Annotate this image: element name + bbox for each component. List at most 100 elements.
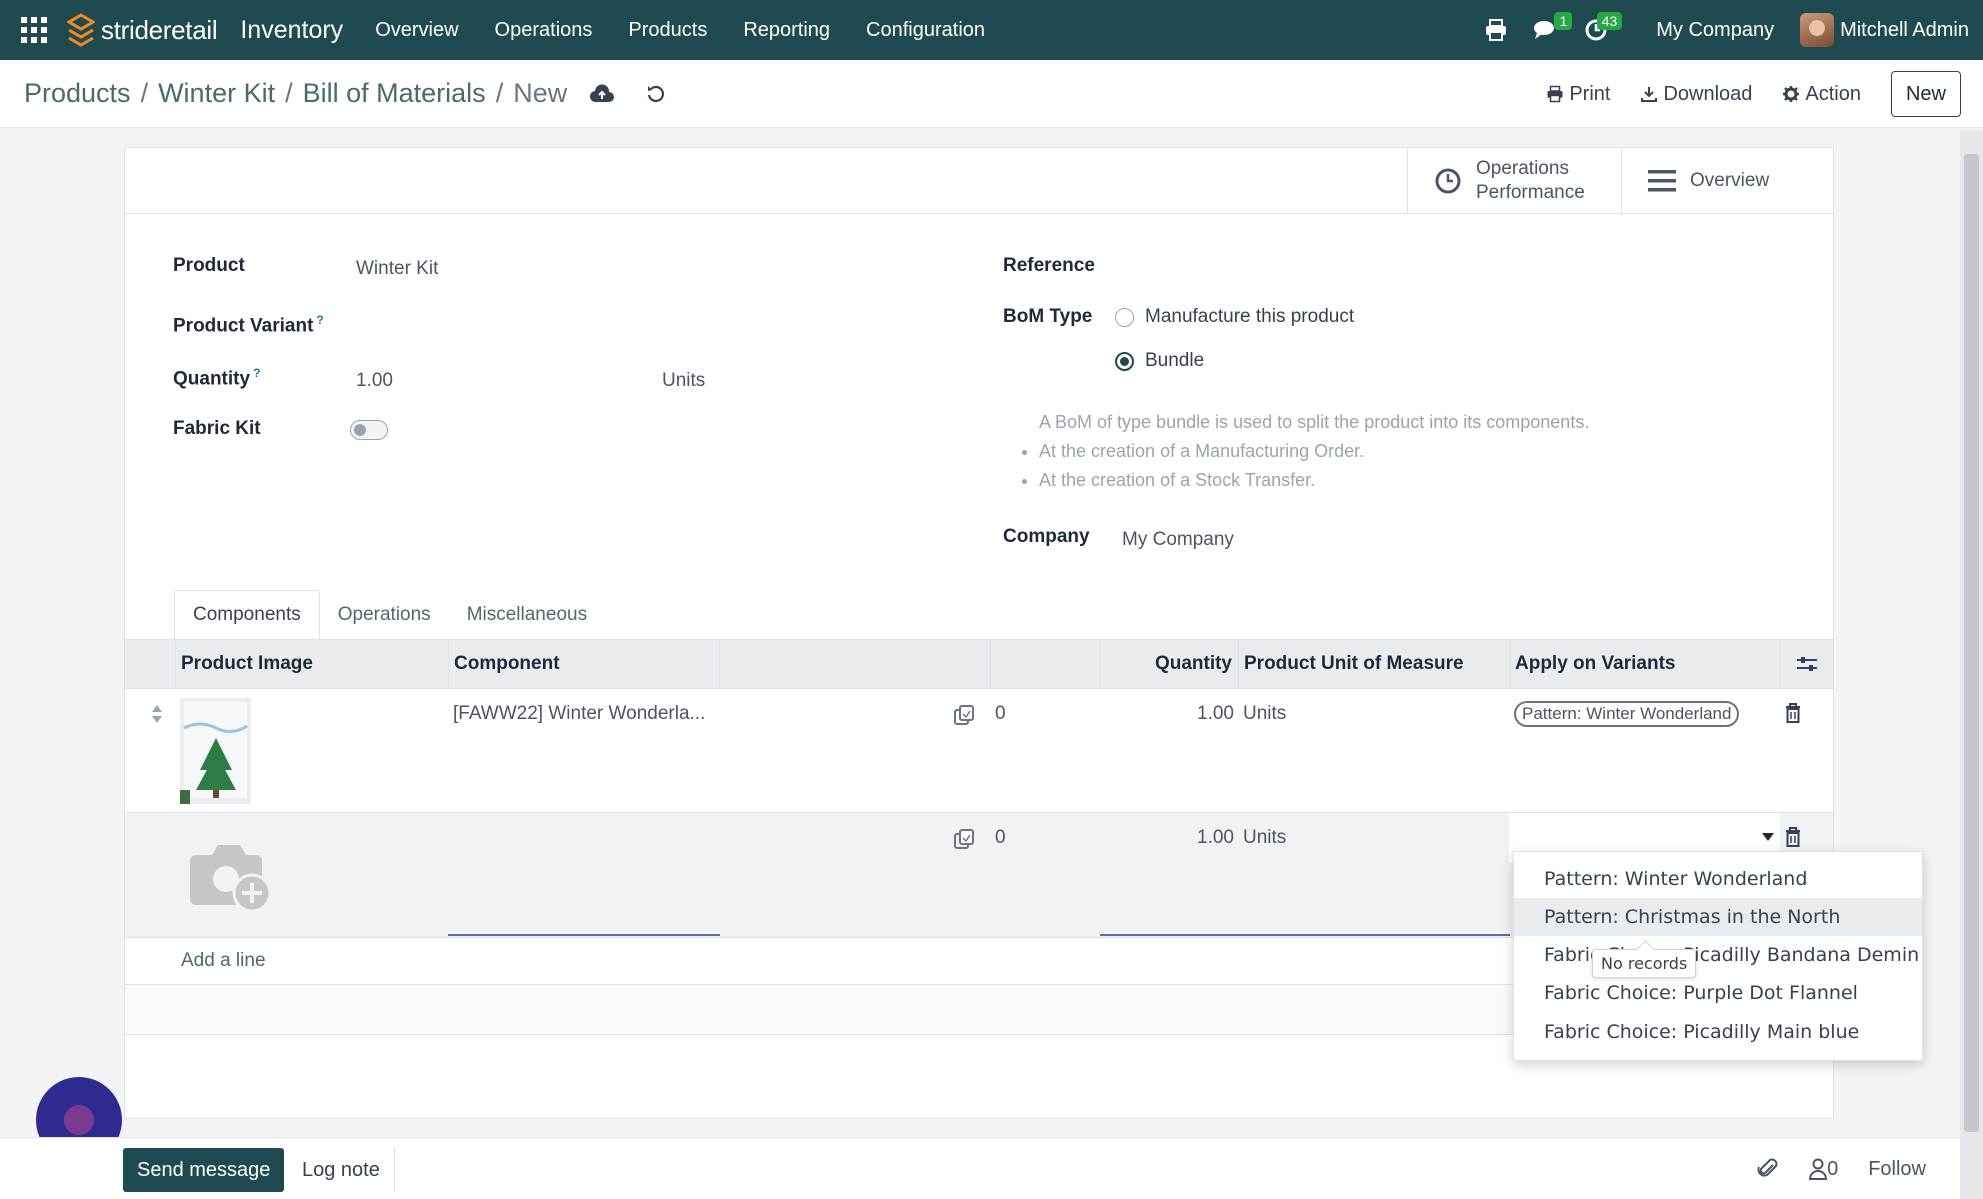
forecast-icon[interactable]	[953, 704, 975, 726]
print-icon[interactable]	[1476, 10, 1516, 50]
breadcrumb: Products / Winter Kit / Bill of Material…	[24, 78, 669, 109]
dropdown-option[interactable]: Fabric Choice: Purple Dot Flannel	[1514, 974, 1922, 1012]
print-button[interactable]: Print	[1546, 83, 1610, 106]
log-note-button[interactable]: Log note	[288, 1148, 395, 1192]
tab-miscellaneous[interactable]: Miscellaneous	[449, 590, 605, 640]
company-field[interactable]: My Company	[1122, 529, 1234, 551]
drag-handle-icon[interactable]	[151, 704, 163, 724]
quantity-input-underline	[1100, 934, 1510, 936]
menu-reporting[interactable]: Reporting	[725, 19, 848, 42]
bom-type-manufacture-label[interactable]: Manufacture this product	[1145, 306, 1354, 328]
component-count: 0	[995, 703, 1006, 724]
bom-type-bundle-label[interactable]: Bundle	[1145, 350, 1204, 372]
forecast-icon[interactable]	[953, 828, 975, 850]
component-input-underline	[448, 934, 720, 936]
table-row[interactable]: [FAWW22] Winter Wonderla... 0 1.00 Units…	[125, 689, 1833, 813]
followers-icon[interactable]	[1809, 1158, 1828, 1180]
action-button[interactable]: Action	[1782, 83, 1861, 106]
product-field[interactable]: Winter Kit	[356, 258, 438, 280]
bom-type-help: A BoM of type bundle is used to split th…	[1013, 408, 1589, 495]
tab-operations[interactable]: Operations	[320, 590, 449, 640]
gear-icon	[1783, 86, 1800, 102]
brand-name: strideretail	[101, 14, 218, 45]
fabric-kit-label: Fabric Kit	[173, 418, 261, 439]
breadcrumb-products[interactable]: Products	[24, 78, 131, 109]
user-menu[interactable]: Mitchell Admin	[1840, 19, 1969, 42]
product-variant-label: Product Variant?	[173, 313, 324, 337]
component-uom-input[interactable]: Units	[1243, 827, 1286, 849]
chatter-bar: Send message Log note 0 Follow	[0, 1137, 1960, 1199]
col-product-image[interactable]: Product Image	[175, 640, 448, 688]
breadcrumb-current: New	[513, 78, 568, 108]
top-navbar: strideretail Inventory Overview Operatio…	[0, 0, 1983, 60]
component-uom[interactable]: Units	[1243, 703, 1286, 725]
dropdown-option[interactable]: Pattern: Winter Wonderland	[1514, 860, 1922, 898]
variant-autocomplete-dropdown: Pattern: Winter Wonderland Pattern: Chri…	[1513, 851, 1923, 1061]
save-cloud-icon[interactable]	[589, 81, 615, 107]
send-message-button[interactable]: Send message	[123, 1148, 285, 1192]
fabric-kit-toggle[interactable]	[350, 420, 388, 440]
col-quantity[interactable]: Quantity	[1100, 640, 1238, 688]
dropdown-option-highlighted[interactable]: Pattern: Christmas in the North	[1514, 898, 1922, 936]
activities-badge: 43	[1596, 12, 1623, 30]
chevron-down-icon[interactable]	[1762, 833, 1774, 841]
add-line-link[interactable]: Add a line	[181, 950, 266, 972]
reference-label: Reference	[1003, 255, 1095, 276]
optional-columns-icon[interactable]	[1780, 640, 1833, 688]
col-apply-variants[interactable]: Apply on Variants	[1509, 640, 1780, 688]
button-box: Operations Performance Overview	[125, 148, 1833, 214]
col-component[interactable]: Component	[448, 640, 719, 688]
component-count: 0	[995, 827, 1006, 848]
col-uom[interactable]: Product Unit of Measure	[1238, 640, 1509, 688]
menu-products[interactable]: Products	[610, 19, 725, 42]
company-switcher[interactable]: My Company	[1656, 19, 1774, 42]
list-icon	[1648, 170, 1676, 192]
product-label: Product	[173, 255, 245, 276]
app-name[interactable]: Inventory	[240, 16, 343, 45]
menu-overview[interactable]: Overview	[357, 19, 476, 42]
help-icon[interactable]: ?	[253, 366, 260, 380]
help-icon[interactable]: ?	[316, 313, 323, 327]
add-image-camera-icon[interactable]	[190, 841, 274, 913]
control-panel: Products / Winter Kit / Bill of Material…	[0, 60, 1983, 128]
bom-type-manufacture-radio[interactable]	[1115, 308, 1134, 327]
quantity-uom-field[interactable]: Units	[662, 370, 705, 392]
breadcrumb-winter-kit[interactable]: Winter Kit	[158, 78, 275, 109]
activities-icon[interactable]: 43	[1576, 10, 1623, 50]
operations-performance-button[interactable]: Operations Performance	[1407, 148, 1621, 214]
dropdown-option[interactable]: Fabric Choice: Picadilly Bandana Demin	[1514, 936, 1922, 974]
discard-icon[interactable]	[643, 81, 669, 107]
component-quantity[interactable]: 1.00	[1197, 703, 1234, 725]
dropdown-option[interactable]: Fabric Choice: Picadilly Main blue	[1514, 1013, 1922, 1051]
trash-icon[interactable]	[1785, 703, 1801, 723]
brand-logo[interactable]: strideretail	[67, 13, 218, 47]
table-header: Product Image Component Quantity Product…	[125, 639, 1833, 689]
new-button[interactable]: New	[1890, 71, 1961, 117]
overview-button[interactable]: Overview	[1621, 148, 1834, 214]
menu-operations[interactable]: Operations	[477, 19, 611, 42]
quantity-field[interactable]: 1.00	[356, 370, 393, 392]
print-icon	[1547, 85, 1563, 103]
component-quantity-input[interactable]: 1.00	[1197, 827, 1234, 849]
follow-button[interactable]: Follow	[1868, 1158, 1926, 1181]
component-field[interactable]: [FAWW22] Winter Wonderla...	[453, 703, 705, 725]
bom-type-bundle-radio[interactable]	[1115, 352, 1134, 371]
messages-icon[interactable]: 1	[1526, 10, 1573, 50]
logo-icon	[67, 13, 95, 47]
page-scrollbar[interactable]	[1960, 130, 1983, 1199]
paperclip-icon[interactable]	[1757, 1157, 1779, 1181]
trash-icon[interactable]	[1785, 827, 1801, 847]
notebook-tabs: Components Operations Miscellaneous	[174, 590, 605, 640]
user-avatar[interactable]	[1800, 13, 1835, 47]
menu-configuration[interactable]: Configuration	[848, 19, 1003, 42]
messages-badge: 1	[1554, 12, 1573, 30]
variant-tag[interactable]: Pattern: Winter Wonderland	[1514, 701, 1740, 727]
breadcrumb-bom[interactable]: Bill of Materials	[303, 78, 486, 109]
tab-components[interactable]: Components	[174, 590, 320, 640]
clock-icon	[1435, 168, 1461, 194]
app-switcher-icon[interactable]	[21, 17, 47, 43]
download-button[interactable]: Download	[1640, 83, 1752, 106]
followers-count[interactable]: 0	[1827, 1158, 1838, 1181]
company-label: Company	[1003, 526, 1090, 547]
product-thumbnail[interactable]	[180, 698, 251, 804]
